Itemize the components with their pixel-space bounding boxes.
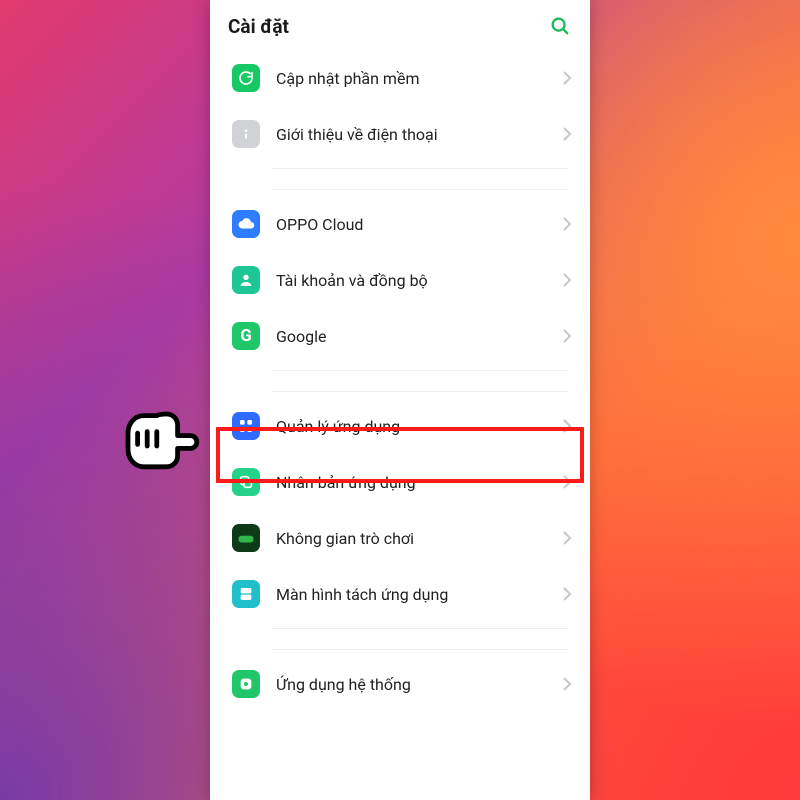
row-label: OPPO Cloud [276,215,546,234]
row-game-space[interactable]: Không gian trò chơi [210,510,590,566]
gamepad-icon [232,524,260,552]
row-about-phone[interactable]: Giới thiệu về điện thoại [210,106,590,162]
row-app-management[interactable]: Quản lý ứng dụng [210,398,590,454]
split-screen-icon [232,580,260,608]
info-icon [232,120,260,148]
row-label: Giới thiệu về điện thoại [276,125,546,144]
system-apps-icon [232,670,260,698]
row-label: Cập nhật phần mềm [276,69,546,88]
row-label: Tài khoản và đồng bộ [276,271,546,290]
chevron-right-icon [562,586,572,602]
settings-list: Cập nhật phần mềm Giới thiệu về điện tho… [210,50,590,800]
chevron-right-icon [562,676,572,692]
search-button[interactable] [548,14,572,38]
apps-icon [232,412,260,440]
row-label: Google [276,327,546,346]
row-software-update[interactable]: Cập nhật phần mềm [210,50,590,106]
google-icon: G [232,322,260,350]
update-icon [232,64,260,92]
row-label: Không gian trò chơi [276,529,546,548]
row-label: Quản lý ứng dụng [276,417,546,436]
account-icon [232,266,260,294]
row-split-screen[interactable]: Màn hình tách ứng dụng [210,566,590,622]
chevron-right-icon [562,216,572,232]
row-app-clone[interactable]: Nhân bản ứng dụng [210,454,590,510]
row-accounts-sync[interactable]: Tài khoản và đồng bộ [210,252,590,308]
chevron-right-icon [562,418,572,434]
clone-icon [232,468,260,496]
row-label: Nhân bản ứng dụng [276,473,546,492]
chevron-right-icon [562,328,572,344]
settings-screen: Cài đặt Cập nhật phần mềm Giới thiệu về … [210,0,590,800]
cloud-icon [232,210,260,238]
row-google[interactable]: G Google [210,308,590,364]
header-bar: Cài đặt [210,0,590,50]
search-icon [549,15,571,37]
chevron-right-icon [562,272,572,288]
row-system-apps[interactable]: Ứng dụng hệ thống [210,656,590,712]
row-label: Màn hình tách ứng dụng [276,585,546,604]
chevron-right-icon [562,126,572,142]
row-label: Ứng dụng hệ thống [276,675,546,694]
row-oppo-cloud[interactable]: OPPO Cloud [210,196,590,252]
chevron-right-icon [562,474,572,490]
chevron-right-icon [562,530,572,546]
page-title: Cài đặt [228,15,289,38]
chevron-right-icon [562,70,572,86]
